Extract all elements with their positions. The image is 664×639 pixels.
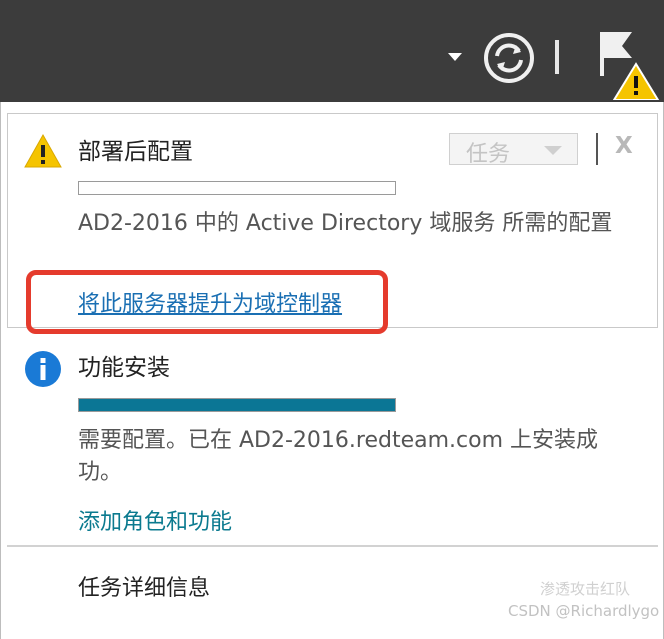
- toolbar-separator: [555, 40, 559, 74]
- info-icon: [25, 351, 61, 387]
- chevron-down-icon: [544, 146, 562, 155]
- watermark-credit: CSDN @Richardlygo: [508, 602, 660, 620]
- post-deploy-title: 部署后配置: [78, 139, 193, 165]
- warning-icon: [24, 134, 62, 168]
- server-manager-toolbar: [0, 0, 664, 102]
- vertical-separator: [596, 133, 598, 165]
- post-deploy-progress: [78, 181, 396, 195]
- notification-flag-icon[interactable]: [594, 28, 664, 100]
- feature-install-progress: [78, 398, 396, 412]
- watermark-text: 渗透攻击红队: [540, 580, 631, 598]
- feature-install-title: 功能安装: [78, 355, 170, 381]
- highlight-box: [26, 270, 388, 334]
- post-deploy-description: AD2-2016 中的 Active Directory 域服务 所需的配置: [78, 211, 613, 236]
- add-roles-link[interactable]: 添加角色和功能: [78, 504, 232, 536]
- task-dropdown-label: 任务: [466, 142, 511, 167]
- refresh-icon[interactable]: [483, 32, 535, 84]
- close-button[interactable]: X: [615, 133, 633, 159]
- feature-install-progress-fill: [79, 399, 395, 411]
- feature-install-description: 需要配置。已在 AD2-2016.redteam.com 上安装成功。: [78, 428, 599, 485]
- dropdown-arrow-icon[interactable]: [448, 53, 462, 61]
- task-details-link[interactable]: 任务详细信息: [78, 570, 210, 602]
- task-dropdown[interactable]: 任务: [449, 133, 578, 167]
- divider: [7, 545, 658, 547]
